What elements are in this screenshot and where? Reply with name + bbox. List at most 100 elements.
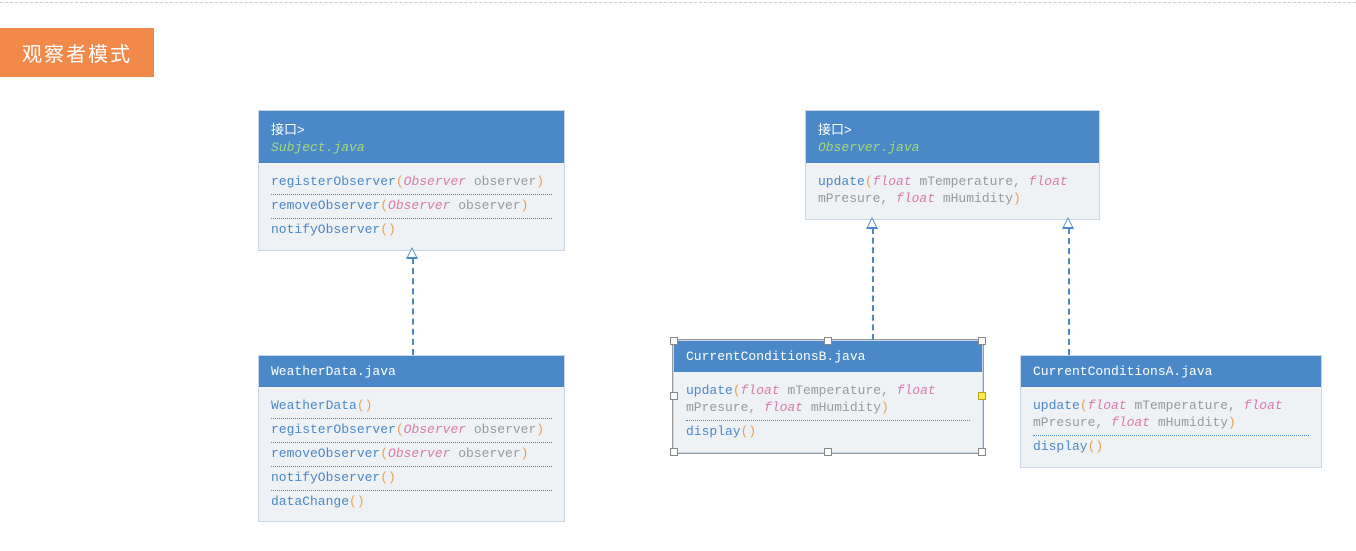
uml-subject-body: registerObserver(Observer observer) remo… <box>259 163 564 250</box>
uml-weatherdata-header: WeatherData.java <box>259 356 564 387</box>
param-name: mHumidity <box>803 400 881 415</box>
paren: () <box>357 398 373 413</box>
method-name: dataChange <box>271 494 349 509</box>
paren: ( <box>1080 398 1088 413</box>
method-name: WeatherData <box>271 398 357 413</box>
param-type: Observer <box>404 174 466 189</box>
paren: ) <box>536 174 544 189</box>
method-row: WeatherData() <box>271 395 552 419</box>
uml-subject-header: 接口> Subject.java <box>259 111 564 163</box>
method-name: notifyObserver <box>271 470 380 485</box>
param-name: observer <box>466 174 536 189</box>
param-name: mPresure, <box>818 191 896 206</box>
param-type: float <box>764 400 803 415</box>
method-row: registerObserver(Observer observer) <box>271 419 552 443</box>
method-name: update <box>1033 398 1080 413</box>
param-name: mTemperature, <box>912 174 1029 189</box>
param-name: mHumidity <box>1150 415 1228 430</box>
resize-handle[interactable] <box>978 448 986 456</box>
realization-arrow <box>1068 228 1070 355</box>
method-row: display() <box>686 421 970 444</box>
uml-observer[interactable]: 接口> Observer.java update(float mTemperat… <box>805 110 1100 220</box>
resize-handle[interactable] <box>824 337 832 345</box>
resize-handle[interactable] <box>824 448 832 456</box>
paren: ( <box>396 422 404 437</box>
method-name: display <box>1033 439 1088 454</box>
paren: ) <box>521 446 529 461</box>
top-dashed-border <box>0 2 1356 3</box>
param-type: Observer <box>404 422 466 437</box>
method-name: display <box>686 424 741 439</box>
paren: ( <box>733 383 741 398</box>
method-row: update( float mTemperature, float mPresur… <box>686 380 970 421</box>
param-name: observer <box>450 198 520 213</box>
method-name: registerObserver <box>271 174 396 189</box>
param-type: Observer <box>388 446 450 461</box>
param-type: float <box>897 383 936 398</box>
class-name: WeatherData.java <box>271 364 552 379</box>
uml-observer-body: update(float mTemperature, float mPresur… <box>806 163 1099 219</box>
paren: ) <box>1013 191 1021 206</box>
paren: ) <box>881 400 889 415</box>
method-row: display() <box>1033 436 1309 459</box>
paren: ( <box>380 446 388 461</box>
param-name: mPresure, <box>1033 415 1111 430</box>
param-name: observer <box>450 446 520 461</box>
method-row: dataChange() <box>271 491 552 514</box>
param-type: float <box>1029 174 1068 189</box>
param-name: mHumidity <box>935 191 1013 206</box>
pattern-title: 观察者模式 <box>0 28 154 77</box>
arrow-head-icon <box>866 217 878 229</box>
paren: ( <box>865 174 873 189</box>
arrow-head-icon <box>1062 217 1074 229</box>
method-name: removeObserver <box>271 446 380 461</box>
param-type: float <box>1244 398 1283 413</box>
method-row: removeObserver(Observer observer) <box>271 443 552 467</box>
param-type: float <box>873 174 912 189</box>
param-name: mPresure, <box>686 400 764 415</box>
method-row: notifyObserver() <box>271 219 552 242</box>
paren: ) <box>536 422 544 437</box>
paren: () <box>349 494 365 509</box>
method-row: removeObserver(Observer observer) <box>271 195 552 219</box>
paren: ( <box>396 174 404 189</box>
method-row: update(float mTemperature, float mPresur… <box>818 171 1087 211</box>
uml-conditions-b[interactable]: CurrentConditionsB.java update( float mTe… <box>673 340 983 453</box>
realization-arrow <box>412 258 414 355</box>
param-name: observer <box>466 422 536 437</box>
param-name: mTemperature, <box>1127 398 1244 413</box>
method-row: notifyObserver() <box>271 467 552 491</box>
resize-handle[interactable] <box>670 392 678 400</box>
method-row: update( float mTemperature, float mPresur… <box>1033 395 1309 436</box>
method-name: notifyObserver <box>271 222 380 237</box>
param-type: float <box>1111 415 1150 430</box>
paren: () <box>380 470 396 485</box>
paren: () <box>380 222 396 237</box>
param-name: mTemperature, <box>780 383 897 398</box>
stereotype-label: 接口> <box>818 119 1087 138</box>
paren: ) <box>1228 415 1236 430</box>
resize-handle[interactable] <box>670 448 678 456</box>
uml-conditions-a-body: update( float mTemperature, float mPresur… <box>1021 387 1321 467</box>
class-name: Subject.java <box>271 140 552 155</box>
uml-subject[interactable]: 接口> Subject.java registerObserver(Observ… <box>258 110 565 251</box>
arrow-head-icon <box>406 247 418 259</box>
paren: () <box>1088 439 1104 454</box>
paren: ) <box>521 198 529 213</box>
paren: () <box>741 424 757 439</box>
realization-arrow <box>872 228 874 340</box>
class-name: CurrentConditionsA.java <box>1033 364 1309 379</box>
uml-weatherdata[interactable]: WeatherData.java WeatherData() registerO… <box>258 355 565 522</box>
resize-handle[interactable] <box>978 337 986 345</box>
param-type: Observer <box>388 198 450 213</box>
resize-handle[interactable] <box>978 392 986 400</box>
method-name: update <box>686 383 733 398</box>
resize-handle[interactable] <box>670 337 678 345</box>
uml-weatherdata-body: WeatherData() registerObserver(Observer … <box>259 387 564 521</box>
uml-conditions-a[interactable]: CurrentConditionsA.java update( float mTe… <box>1020 355 1322 468</box>
stereotype-label: 接口> <box>271 119 552 138</box>
uml-conditions-b-body: update( float mTemperature, float mPresur… <box>674 372 982 452</box>
method-row: registerObserver(Observer observer) <box>271 171 552 195</box>
method-name: update <box>818 174 865 189</box>
uml-conditions-b-header: CurrentConditionsB.java <box>674 341 982 372</box>
